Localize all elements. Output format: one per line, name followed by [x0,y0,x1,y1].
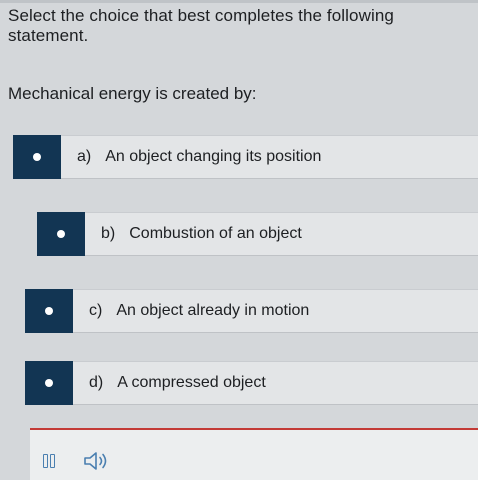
choice-b-letter: b) [101,225,116,242]
choice-a-marker [13,135,61,179]
choice-c[interactable]: c) An object already in motion [25,289,478,333]
audio-toolbar [30,430,478,480]
choice-b-marker [37,212,85,256]
choice-a[interactable]: a) An object changing its position [13,135,478,179]
choice-c-marker [25,289,73,333]
choice-d-text: A compressed object [117,374,266,391]
pause-icon [43,454,48,468]
question-prompt: Mechanical energy is created by: [8,84,257,103]
choice-a-letter: a) [77,148,92,165]
choice-b[interactable]: b) Combustion of an object [37,212,478,256]
choice-a-text: An object changing its position [105,148,322,165]
bullet-icon [33,153,41,161]
choice-d-letter: d) [89,374,104,391]
bullet-icon [45,307,53,315]
bullet-icon [57,230,65,238]
choice-d[interactable]: d) A compressed object [25,361,478,405]
choice-c-letter: c) [89,302,103,319]
choice-c-text: An object already in motion [116,302,310,319]
question-instruction: Select the choice that best completes th… [8,6,394,45]
audio-button[interactable] [82,450,110,472]
choice-b-text: Combustion of an object [129,225,302,242]
top-edge [0,0,478,3]
speaker-icon [84,452,107,470]
pause-icon-bar [50,454,55,468]
choice-a-body: a) An object changing its position [61,135,478,179]
choice-b-body: b) Combustion of an object [85,212,478,256]
bullet-icon [45,379,53,387]
pause-button[interactable] [42,452,58,470]
choice-d-marker [25,361,73,405]
choice-c-body: c) An object already in motion [73,289,478,333]
choice-d-body: d) A compressed object [73,361,478,405]
